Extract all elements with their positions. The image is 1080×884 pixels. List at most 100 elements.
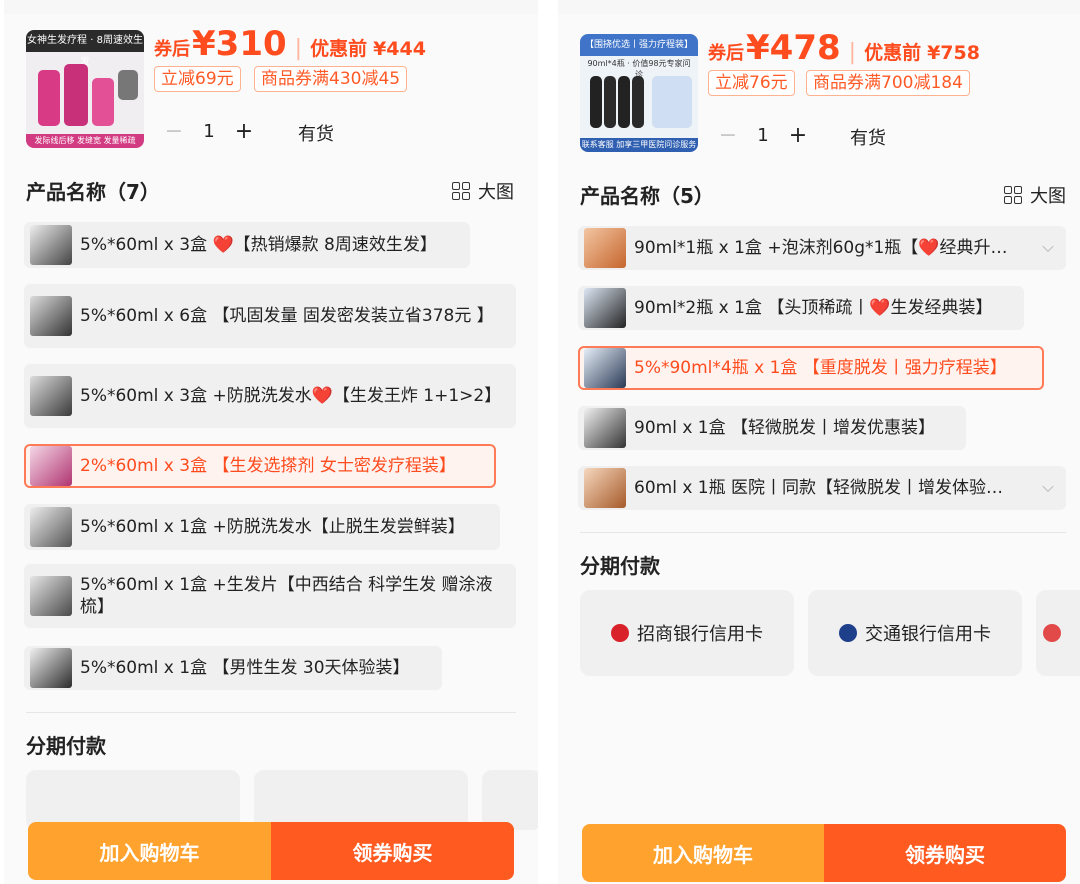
option-item[interactable]: 90ml*2瓶 x 1盒 【头顶稀疏丨❤️生发经典装】 bbox=[578, 286, 1024, 330]
right-panel: 【围挠优选丨强力疗程装】 90ml*4瓶 · 价值98元专家问诊 联系客服 加享… bbox=[558, 0, 1080, 884]
payment-card[interactable] bbox=[26, 770, 240, 830]
cmb-bank-icon bbox=[611, 624, 629, 642]
payment-label: 交通银行信用卡 bbox=[865, 624, 991, 645]
big-view-toggle[interactable]: 大图 bbox=[452, 178, 514, 204]
big-view-label: 大图 bbox=[1030, 186, 1066, 207]
option-label: 5%*60ml x 6盒 【巩固发量 固发密发装立省378元 】 bbox=[80, 306, 494, 326]
installment-title: 分期付款 bbox=[580, 554, 660, 578]
option-label: 5%*90ml*4瓶 x 1盒 【重度脱发丨强力疗程装】 bbox=[634, 358, 1007, 378]
option-thumbnail bbox=[30, 507, 72, 547]
options-title: 产品名称（5） bbox=[580, 184, 714, 208]
option-label: 5%*60ml x 1盒 +防脱洗发水【止脱生发尝鲜装】 bbox=[80, 517, 465, 537]
price-row: 券后 ¥478 | 优惠前 ¥758 bbox=[708, 28, 980, 68]
option-item[interactable]: 90ml x 1盒 【轻微脱发丨增发优惠装】 bbox=[578, 406, 966, 450]
big-view-label: 大图 bbox=[478, 182, 514, 203]
price-row: 券后 ¥310 | 优惠前 ¥444 bbox=[154, 24, 426, 64]
claim-coupon-buy-button[interactable]: 领券购买 bbox=[271, 822, 514, 880]
action-bar: 加入购物车 领券购买 bbox=[28, 822, 514, 880]
option-item[interactable]: 5%*60ml x 1盒 +生发片【中西结合 科学生发 赠涂液梳】 bbox=[24, 564, 516, 628]
bottle-shape bbox=[92, 78, 114, 126]
bottle-shape bbox=[590, 76, 602, 128]
add-to-cart-button[interactable]: 加入购物车 bbox=[28, 822, 271, 880]
payment-card-bocom[interactable]: 交通银行信用卡 bbox=[808, 590, 1022, 676]
option-item[interactable]: 90ml*1瓶 x 1盒 +泡沫剂60g*1瓶【❤️经典升… bbox=[578, 226, 1066, 270]
payment-card[interactable] bbox=[482, 770, 538, 830]
right-sheet: 【围挠优选丨强力疗程装】 90ml*4瓶 · 价值98元专家问诊 联系客服 加享… bbox=[558, 14, 1080, 884]
photo-shape bbox=[118, 70, 138, 100]
option-item[interactable]: 5%*60ml x 1盒 【男性生发 30天体验装】 bbox=[24, 646, 442, 690]
chevron-down-icon[interactable] bbox=[1042, 480, 1054, 493]
before-discount-price: ¥444 bbox=[373, 38, 426, 60]
payment-label: 招商银行信用卡 bbox=[637, 624, 763, 645]
bottle-shape bbox=[632, 76, 644, 128]
option-thumbnail bbox=[584, 468, 626, 508]
doctor-shape bbox=[652, 76, 692, 128]
option-thumbnail bbox=[30, 296, 72, 336]
before-discount-label: 优惠前 bbox=[864, 42, 922, 64]
option-label: 90ml*1瓶 x 1盒 +泡沫剂60g*1瓶【❤️经典升… bbox=[634, 238, 1008, 258]
discount-tag: 立减76元 bbox=[708, 70, 795, 96]
grid-icon bbox=[452, 182, 470, 200]
discount-tag: 立减69元 bbox=[154, 66, 241, 92]
option-label: 5%*60ml x 1盒 +生发片【中西结合 科学生发 赠涂液梳】 bbox=[80, 575, 493, 617]
option-label: 60ml x 1瓶 医院丨同款【轻微脱发丨增发体验… bbox=[634, 478, 1004, 498]
image-footer: 联系客服 加享三甲医院问诊服务 bbox=[580, 138, 698, 152]
add-to-cart-button[interactable]: 加入购物车 bbox=[582, 824, 824, 882]
payment-card[interactable] bbox=[1036, 590, 1080, 676]
option-thumbnail bbox=[30, 376, 72, 416]
option-label: 90ml*2瓶 x 1盒 【头顶稀疏丨❤️生发经典装】 bbox=[634, 298, 993, 318]
option-thumbnail bbox=[30, 648, 72, 688]
option-thumbnail bbox=[30, 225, 72, 265]
payment-card[interactable] bbox=[254, 770, 468, 830]
divider bbox=[26, 712, 516, 713]
product-image[interactable]: 女神生发疗程 · 8周速效生发 发际线后移 发缝宽 发量稀疏 bbox=[26, 30, 144, 148]
before-discount-price: ¥758 bbox=[927, 42, 980, 64]
plus-button[interactable]: + bbox=[778, 123, 818, 148]
claim-coupon-buy-button[interactable]: 领券购买 bbox=[824, 824, 1066, 882]
minus-button[interactable]: − bbox=[154, 119, 194, 144]
option-item[interactable]: 5%*60ml x 3盒 ❤️【热销爆款 8周速效生发】 bbox=[24, 222, 470, 268]
bank-icon bbox=[1043, 624, 1061, 642]
option-label: 5%*60ml x 3盒 ❤️【热销爆款 8周速效生发】 bbox=[80, 235, 437, 255]
quantity-value[interactable]: 1 bbox=[194, 121, 224, 142]
after-coupon-label: 券后 bbox=[708, 43, 744, 64]
minus-button[interactable]: − bbox=[708, 123, 748, 148]
after-coupon-label: 券后 bbox=[154, 39, 190, 60]
options-title: 产品名称（7） bbox=[26, 180, 160, 204]
option-item[interactable]: 5%*60ml x 3盒 +防脱洗发水❤️【生发王炸 1+1>2】 bbox=[24, 364, 516, 428]
option-thumbnail bbox=[30, 576, 72, 616]
option-label: 5%*60ml x 1盒 【男性生发 30天体验装】 bbox=[80, 658, 410, 678]
option-thumbnail bbox=[584, 228, 626, 268]
bottle-shape bbox=[604, 76, 616, 128]
chevron-down-icon[interactable] bbox=[1042, 240, 1054, 253]
plus-button[interactable]: + bbox=[224, 119, 264, 144]
installment-title: 分期付款 bbox=[26, 734, 106, 758]
quantity-value[interactable]: 1 bbox=[748, 125, 778, 146]
option-thumbnail bbox=[584, 408, 626, 448]
option-thumbnail bbox=[584, 288, 626, 328]
product-image[interactable]: 【围挠优选丨强力疗程装】 90ml*4瓶 · 价值98元专家问诊 联系客服 加享… bbox=[580, 34, 698, 152]
divider bbox=[580, 532, 1066, 533]
left-sheet: 女神生发疗程 · 8周速效生发 发际线后移 发缝宽 发量稀疏 券后 ¥310 |… bbox=[4, 14, 538, 884]
left-panel: 女神生发疗程 · 8周速效生发 发际线后移 发缝宽 发量稀疏 券后 ¥310 |… bbox=[4, 0, 538, 884]
price-separator: | bbox=[848, 40, 857, 65]
after-coupon-price: ¥478 bbox=[746, 28, 841, 68]
big-view-toggle[interactable]: 大图 bbox=[1004, 182, 1066, 208]
quantity-stepper: − 1 + bbox=[708, 118, 818, 152]
option-label: 5%*60ml x 3盒 +防脱洗发水❤️【生发王炸 1+1>2】 bbox=[80, 386, 502, 406]
option-item-selected[interactable]: 5%*90ml*4瓶 x 1盒 【重度脱发丨强力疗程装】 bbox=[578, 346, 1044, 390]
image-caption: 女神生发疗程 · 8周速效生发 bbox=[26, 30, 144, 68]
bottle-shape bbox=[64, 64, 88, 126]
payment-card-cmb[interactable]: 招商银行信用卡 bbox=[580, 590, 794, 676]
option-item[interactable]: 5%*60ml x 6盒 【巩固发量 固发密发装立省378元 】 bbox=[24, 284, 516, 348]
option-item[interactable]: 5%*60ml x 1盒 +防脱洗发水【止脱生发尝鲜装】 bbox=[24, 504, 500, 550]
option-item-selected[interactable]: 2%*60ml x 3盒 【生发选搽剂 女士密发疗程装】 bbox=[24, 444, 496, 488]
quantity-stepper: − 1 + bbox=[154, 114, 264, 148]
option-label: 90ml x 1盒 【轻微脱发丨增发优惠装】 bbox=[634, 418, 936, 438]
bottle-shape bbox=[618, 76, 630, 128]
action-bar: 加入购物车 领券购买 bbox=[582, 824, 1066, 882]
bottle-shape bbox=[38, 70, 60, 126]
image-footer: 发际线后移 发缝宽 发量稀疏 bbox=[26, 134, 144, 148]
image-caption: 【围挠优选丨强力疗程装】 bbox=[580, 34, 698, 56]
option-item[interactable]: 60ml x 1瓶 医院丨同款【轻微脱发丨增发体验… bbox=[578, 466, 1066, 510]
